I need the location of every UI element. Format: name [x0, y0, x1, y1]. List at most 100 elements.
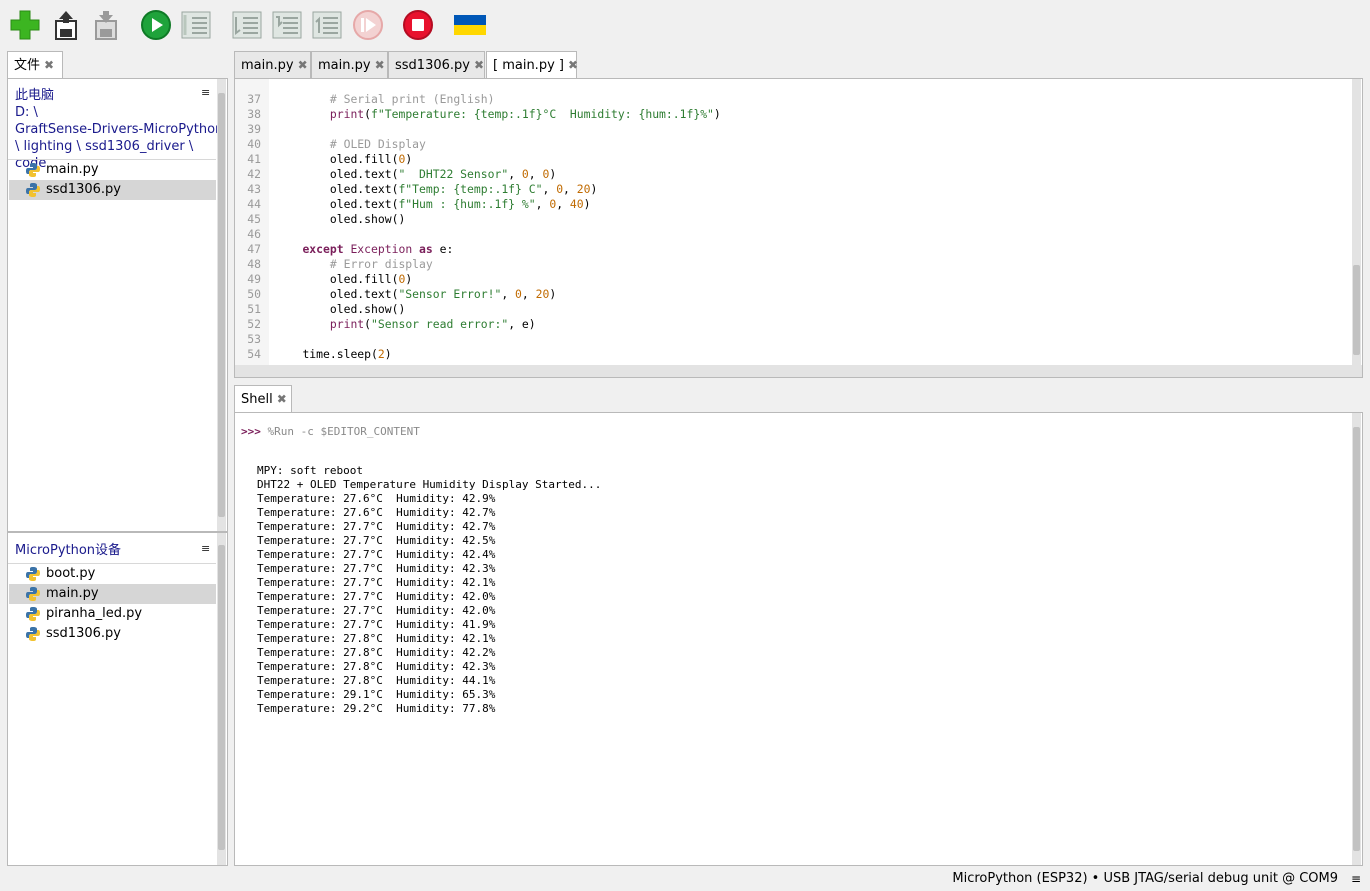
device-file-row-ssd1306[interactable]: ssd1306.py — [9, 624, 216, 644]
editor-tab-3[interactable]: ssd1306.py ✖ — [388, 51, 485, 78]
close-icon[interactable]: ✖ — [298, 58, 308, 72]
path-segment[interactable]: GraftSense-Drivers-MicroPython — [15, 121, 227, 138]
scrollbar-thumb[interactable] — [1353, 427, 1360, 851]
file-name: piranha_led.py — [46, 606, 143, 621]
code-token: ) — [549, 287, 557, 301]
shell-output-line: Temperature: 27.8°C Humidity: 44.1% — [257, 674, 496, 687]
close-icon[interactable]: ✖ — [474, 58, 484, 72]
code-token: oled.show() — [329, 212, 406, 226]
shell-command: %Run -c $EDITOR_CONTENT — [267, 425, 420, 438]
shell-output-line: Temperature: 27.6°C Humidity: 42.7% — [257, 506, 496, 519]
code-text: oled.text(" DHT22 Sensor", 0, 0) — [275, 167, 556, 182]
shell-output-line: Temperature: 27.8°C Humidity: 42.3% — [257, 660, 496, 673]
device-file-row-main[interactable]: main.py — [9, 584, 216, 604]
open-file-button[interactable] — [49, 8, 83, 42]
code-token: ) — [405, 272, 413, 286]
code-token: oled.show() — [329, 302, 406, 316]
close-icon[interactable]: ✖ — [375, 58, 385, 72]
code-token: oled.text( — [329, 167, 399, 181]
line-number: 41 — [247, 152, 261, 166]
code-token: 0 — [521, 167, 529, 181]
shell-output-line: Temperature: 27.8°C Humidity: 42.2% — [257, 646, 496, 659]
tab-shell[interactable]: Shell ✖ — [234, 385, 292, 412]
scrollbar-thumb[interactable] — [1353, 265, 1360, 355]
local-title[interactable]: 此电脑 — [15, 87, 227, 104]
device-file-row-piranha[interactable]: piranha_led.py — [9, 604, 216, 624]
path-segment[interactable]: D: \ — [15, 104, 227, 121]
file-row-ssd1306[interactable]: ssd1306.py — [9, 180, 216, 200]
close-icon[interactable]: ✖ — [277, 392, 287, 406]
editor-tab-1[interactable]: main.py ✖ — [234, 51, 311, 78]
line-number: 51 — [247, 302, 261, 316]
editor-tab-4[interactable]: [ main.py ] ✖ — [486, 51, 578, 78]
code-token: , — [521, 287, 536, 301]
code-token: 2 — [377, 347, 385, 361]
device-menu-icon[interactable]: ≡ — [201, 542, 210, 555]
code-text: # Error display — [275, 257, 433, 272]
code-token: oled.fill( — [329, 152, 399, 166]
shell-output-line: Temperature: 27.7°C Humidity: 42.1% — [257, 576, 496, 589]
close-icon[interactable]: ✖ — [568, 58, 578, 72]
status-menu-icon[interactable]: ≡ — [1351, 868, 1361, 890]
code-token: f"Temperature: {temp:.1f}°C Humidity: {h… — [371, 107, 714, 121]
local-scrollbar[interactable] — [217, 79, 226, 531]
step-into-button[interactable] — [270, 8, 304, 42]
code-token: 20 — [576, 182, 591, 196]
editor-vscrollbar[interactable] — [1352, 79, 1361, 365]
code-token: , — [556, 197, 570, 211]
shell-output-line: MPY: soft reboot — [257, 464, 363, 477]
file-row-main[interactable]: main.py — [9, 160, 216, 180]
step-into-icon — [272, 11, 302, 39]
resume-button[interactable] — [351, 8, 385, 42]
open-file-icon — [55, 11, 77, 40]
file-name: ssd1306.py — [46, 626, 121, 641]
shell-scrollbar[interactable] — [1352, 413, 1361, 865]
close-icon[interactable]: ✖ — [44, 58, 54, 72]
device-file-row-boot[interactable]: boot.py — [9, 564, 216, 584]
code-token: f"Hum : {hum:.1f} %" — [398, 197, 536, 211]
tab-files[interactable]: 文件 ✖ — [7, 51, 63, 78]
line-number: 42 — [247, 167, 261, 181]
code-token: print — [329, 317, 365, 331]
step-out-button[interactable] — [310, 8, 344, 42]
step-over-button[interactable] — [230, 8, 264, 42]
shell-output-line: Temperature: 29.1°C Humidity: 65.3% — [257, 688, 496, 701]
code-token: ) — [713, 107, 721, 121]
code-token: ) — [583, 197, 591, 211]
scrollbar-thumb[interactable] — [218, 545, 225, 850]
scrollbar-thumb[interactable] — [218, 93, 225, 517]
editor-hscrollbar[interactable] — [235, 365, 1362, 377]
shell-output-line: Temperature: 27.8°C Humidity: 42.1% — [257, 632, 496, 645]
interpreter-status[interactable]: MicroPython (ESP32) • USB JTAG/serial de… — [952, 868, 1338, 890]
run-button[interactable] — [139, 8, 173, 42]
support-ukraine-button[interactable] — [453, 8, 487, 42]
save-file-button[interactable] — [89, 8, 123, 42]
line-number: 44 — [247, 197, 261, 211]
code-token: ( — [364, 317, 372, 331]
code-token: "Sensor read error:" — [371, 317, 509, 331]
new-file-button[interactable] — [8, 8, 42, 42]
editor-tab-2[interactable]: main.py ✖ — [311, 51, 388, 78]
device-title[interactable]: MicroPython设备 — [15, 542, 121, 559]
step-over-icon — [232, 11, 262, 39]
line-number: 38 — [247, 107, 261, 121]
shell-console[interactable]: >>> %Run -c $EDITOR_CONTENT MPY: soft re… — [234, 412, 1363, 866]
line-number: 54 — [247, 347, 261, 361]
line-number: 47 — [247, 242, 261, 256]
shell-output-line: Temperature: 27.7°C Humidity: 42.0% — [257, 590, 496, 603]
code-editor[interactable]: 37 # Serial print (English) 38 print(f"Te… — [234, 78, 1363, 378]
code-token: "Sensor Error!" — [398, 287, 502, 301]
device-scrollbar[interactable] — [217, 533, 226, 865]
line-number: 46 — [247, 227, 261, 241]
local-menu-icon[interactable]: ≡ — [201, 86, 210, 99]
stop-button[interactable] — [401, 8, 435, 42]
tab-label: main.py — [241, 58, 294, 73]
shell-output-line: Temperature: 27.7°C Humidity: 42.3% — [257, 562, 496, 575]
code-token: f"Temp: {temp:.1f} C" — [398, 182, 543, 196]
debug-button[interactable] — [179, 8, 213, 42]
